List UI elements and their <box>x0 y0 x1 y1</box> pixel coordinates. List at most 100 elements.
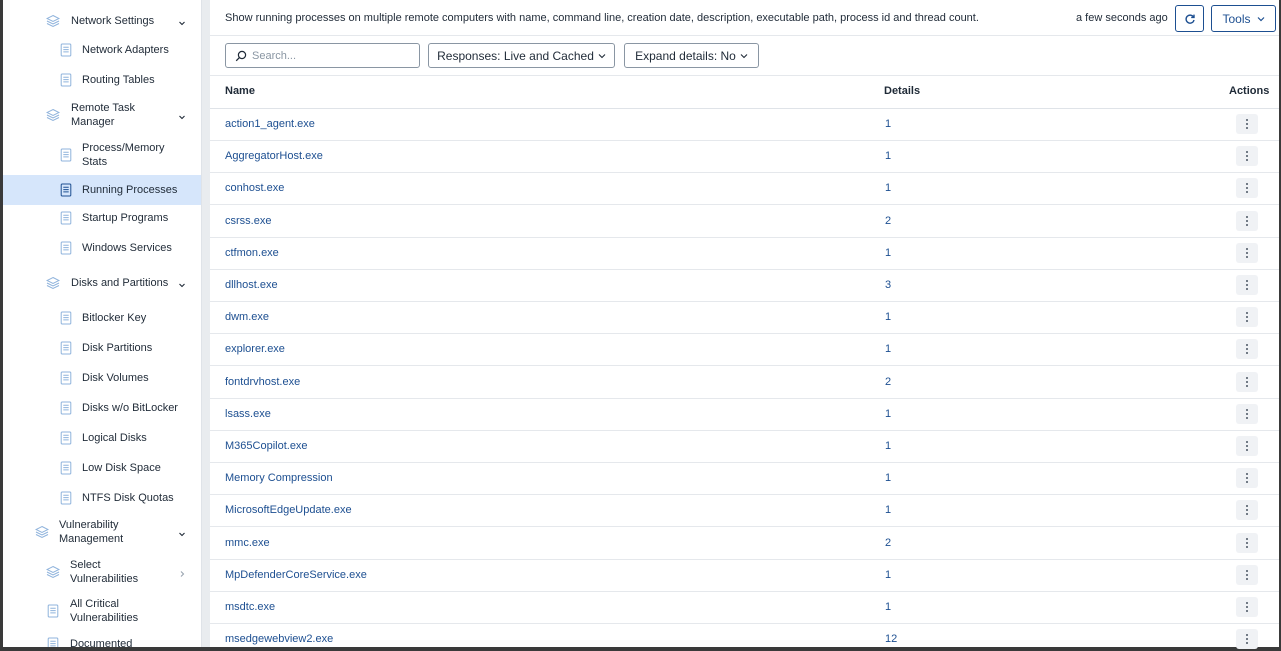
process-name-link[interactable]: explorer.exe <box>225 343 285 355</box>
process-name-link[interactable]: fontdrvhost.exe <box>225 376 300 388</box>
row-actions-button[interactable] <box>1236 403 1258 424</box>
responses-filter-button[interactable]: Responses: Live and Cached <box>428 43 615 68</box>
sidebar-item-label: Windows Services <box>82 242 172 254</box>
process-name-link[interactable]: msedgewebview2.exe <box>225 633 333 645</box>
sidebar-item-windows-services[interactable]: Windows Services <box>3 235 201 261</box>
details-count-link[interactable]: 2 <box>885 376 891 388</box>
chevron-down-icon[interactable] <box>178 111 186 120</box>
details-count-link[interactable]: 1 <box>885 150 891 162</box>
chevron-right-icon[interactable] <box>178 568 186 577</box>
tools-button[interactable]: Tools <box>1211 5 1276 32</box>
sidebar-item-logical-disks[interactable]: Logical Disks <box>3 425 201 451</box>
search-input[interactable] <box>252 48 412 64</box>
row-actions-button[interactable] <box>1236 532 1258 553</box>
process-name-link[interactable]: M365Copilot.exe <box>225 440 308 452</box>
details-count-link[interactable]: 1 <box>885 182 891 194</box>
process-name-link[interactable]: ctfmon.exe <box>225 247 279 259</box>
sidebar-item-network-settings[interactable]: Network Settings <box>3 8 201 34</box>
report-icon <box>59 43 73 57</box>
process-name-link[interactable]: csrss.exe <box>225 215 271 227</box>
table-row: explorer.exe 1 <box>210 334 1279 367</box>
sidebar-item-bitlocker-key[interactable]: Bitlocker Key <box>3 305 201 331</box>
row-actions-button[interactable] <box>1236 178 1258 199</box>
sidebar-item-disks-w-o-bitlocker[interactable]: Disks w/o BitLocker <box>3 395 201 421</box>
details-count-link[interactable]: 2 <box>885 215 891 227</box>
row-actions-button[interactable] <box>1236 275 1258 295</box>
chevron-down-icon[interactable] <box>178 279 186 288</box>
process-name-link[interactable]: lsass.exe <box>225 408 271 420</box>
row-actions-button[interactable] <box>1236 500 1258 521</box>
column-header-name[interactable]: Name <box>225 85 255 97</box>
row-actions-button[interactable] <box>1236 210 1258 231</box>
report-icon <box>59 401 73 415</box>
process-name-link[interactable]: dllhost.exe <box>225 279 278 291</box>
sidebar-item-vulnerability-management[interactable]: Vulnerability Management <box>3 517 201 547</box>
process-name-link[interactable]: conhost.exe <box>225 182 284 194</box>
report-icon <box>59 73 73 87</box>
layers-icon <box>45 565 61 579</box>
process-name-link[interactable]: mmc.exe <box>225 537 270 549</box>
sidebar-item-remote-task-manager[interactable]: Remote Task Manager <box>3 100 201 130</box>
details-count-link[interactable]: 1 <box>885 408 891 420</box>
chevron-down-icon[interactable] <box>178 528 186 537</box>
details-count-link[interactable]: 1 <box>885 247 891 259</box>
details-count-link[interactable]: 12 <box>885 633 897 645</box>
main-panel: Show running processes on multiple remot… <box>210 0 1279 650</box>
details-count-link[interactable]: 1 <box>885 472 891 484</box>
details-count-link[interactable]: 1 <box>885 311 891 323</box>
process-name-link[interactable]: MicrosoftEdgeUpdate.exe <box>225 504 352 516</box>
details-count-link[interactable]: 1 <box>885 601 891 613</box>
process-name-link[interactable]: MpDefenderCoreService.exe <box>225 569 367 581</box>
details-count-link[interactable]: 1 <box>885 118 891 130</box>
sidebar-item-running-processes[interactable]: Running Processes <box>3 175 201 205</box>
report-icon <box>59 371 73 385</box>
column-header-details[interactable]: Details <box>884 85 920 97</box>
row-actions-button[interactable] <box>1236 307 1258 328</box>
row-actions-button[interactable] <box>1236 242 1258 263</box>
process-name-link[interactable]: action1_agent.exe <box>225 118 315 130</box>
sidebar-item-process-memory-stats[interactable]: Process/Memory Stats <box>3 140 201 170</box>
row-actions-button[interactable] <box>1236 146 1258 167</box>
process-name-link[interactable]: Memory Compression <box>225 472 333 484</box>
table-row: ctfmon.exe 1 <box>210 238 1279 270</box>
details-count-link[interactable]: 1 <box>885 504 891 516</box>
sidebar-item-ntfs-disk-quotas[interactable]: NTFS Disk Quotas <box>3 485 201 511</box>
sidebar-item-startup-programs[interactable]: Startup Programs <box>3 205 201 231</box>
sidebar-item-low-disk-space[interactable]: Low Disk Space <box>3 455 201 481</box>
row-actions-button[interactable] <box>1236 114 1258 134</box>
refresh-button[interactable] <box>1175 5 1204 32</box>
table-row: lsass.exe 1 <box>210 399 1279 431</box>
sidebar-item-disks-and-partitions[interactable]: Disks and Partitions <box>3 268 201 298</box>
row-actions-button[interactable] <box>1236 597 1258 617</box>
details-count-link[interactable]: 1 <box>885 440 891 452</box>
details-count-link[interactable]: 1 <box>885 569 891 581</box>
row-actions-button[interactable] <box>1236 564 1258 585</box>
process-name-link[interactable]: dwm.exe <box>225 311 269 323</box>
sidebar-item-label: Remote Task Manager <box>71 102 135 128</box>
chevron-down-icon[interactable] <box>178 17 186 26</box>
process-name-link[interactable]: msdtc.exe <box>225 601 275 613</box>
sidebar-item-disk-volumes[interactable]: Disk Volumes <box>3 365 201 391</box>
details-count-link[interactable]: 2 <box>885 537 891 549</box>
report-icon <box>59 341 73 355</box>
sidebar-item-routing-tables[interactable]: Routing Tables <box>3 67 201 93</box>
details-count-link[interactable]: 3 <box>885 279 891 291</box>
row-actions-button[interactable] <box>1236 468 1258 489</box>
sidebar-item-network-adapters[interactable]: Network Adapters <box>3 37 201 63</box>
row-actions-button[interactable] <box>1236 371 1258 392</box>
row-actions-button[interactable] <box>1236 436 1258 456</box>
expand-details-button[interactable]: Expand details: No <box>624 43 759 68</box>
row-actions-button[interactable] <box>1236 629 1258 650</box>
search-box[interactable] <box>225 43 420 68</box>
process-name-link[interactable]: AggregatorHost.exe <box>225 150 323 162</box>
table-row: M365Copilot.exe 1 <box>210 431 1279 463</box>
sidebar-item-all-critical-vulnerabilities[interactable]: All Critical Vulnerabilities <box>3 596 201 626</box>
row-actions-button[interactable] <box>1236 339 1258 360</box>
report-icon <box>59 211 73 225</box>
sidebar-item-select-vulnerabilities[interactable]: Select Vulnerabilities <box>3 557 201 587</box>
sidebar-item-label: All Critical Vulnerabilities <box>70 598 139 624</box>
sidebar-item-disk-partitions[interactable]: Disk Partitions <box>3 335 201 361</box>
details-count-link[interactable]: 1 <box>885 343 891 355</box>
layers-icon <box>34 525 50 539</box>
sidebar-item-documented[interactable]: Documented <box>3 634 201 647</box>
